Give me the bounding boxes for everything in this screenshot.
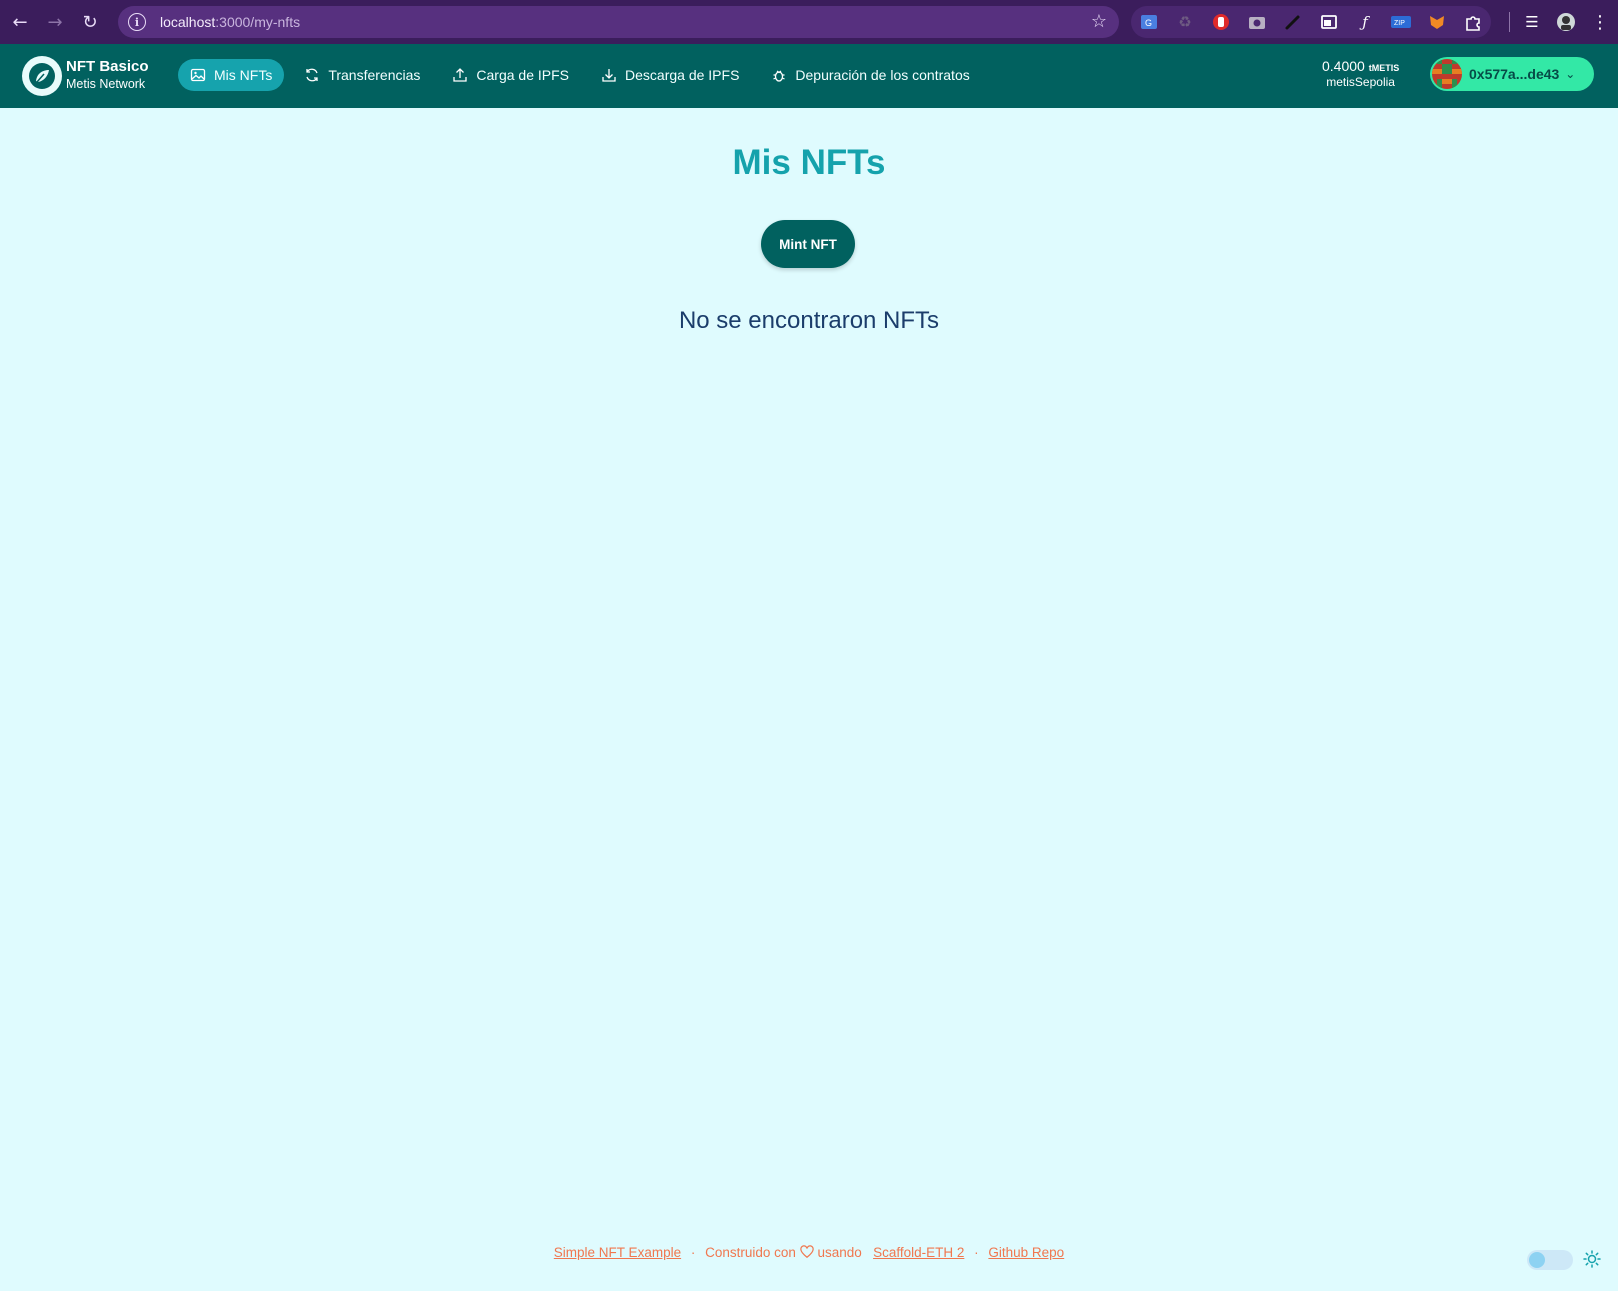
footer-built-with: Construido con — [705, 1245, 796, 1260]
nav-item-mis-nfts[interactable]: Mis NFTs — [178, 59, 285, 91]
browser-menu-icon[interactable]: ⋮ — [1588, 10, 1612, 34]
footer-link-github-repo[interactable]: Github Repo — [988, 1245, 1064, 1260]
window-extension-icon[interactable] — [1317, 10, 1341, 34]
footer-dot: · — [974, 1245, 979, 1260]
eyedropper-extension-icon[interactable] — [1281, 10, 1305, 34]
leaf-icon — [29, 63, 55, 89]
nav-item-label: Descarga de IPFS — [625, 67, 740, 83]
recycle-extension-icon[interactable]: ♻ — [1173, 10, 1197, 34]
bookmark-star-icon[interactable]: ☆ — [1091, 11, 1107, 32]
page-title: Mis NFTs — [732, 143, 886, 182]
nav-item-label: Mis NFTs — [214, 67, 273, 83]
nav-item-depuracion-contratos[interactable]: Depuración de los contratos — [759, 59, 981, 91]
footer: Simple NFT Example · Construido con usan… — [0, 1245, 1618, 1260]
font-extension-icon[interactable]: ƒ — [1353, 10, 1377, 34]
chevron-down-icon: ⌄ — [1565, 67, 1576, 81]
url-host: localhost — [160, 14, 216, 30]
nav-item-transferencias[interactable]: Transferencias — [292, 59, 432, 91]
nav-item-descarga-ipfs[interactable]: Descarga de IPFS — [589, 59, 751, 91]
footer-using: usando — [817, 1245, 862, 1260]
toggle-knob — [1529, 1252, 1545, 1268]
upload-icon — [453, 68, 468, 82]
hand-extension-icon[interactable] — [1209, 10, 1233, 34]
forward-icon[interactable]: → — [37, 4, 73, 40]
toolbar-separator — [1509, 12, 1510, 32]
account-avatar — [1432, 59, 1462, 89]
nav-item-label: Depuración de los contratos — [795, 67, 970, 83]
refresh-icon — [306, 68, 318, 82]
sun-icon[interactable] — [1583, 1250, 1601, 1268]
theme-toggle[interactable] — [1527, 1250, 1573, 1270]
footer-link-simple-nft[interactable]: Simple NFT Example — [554, 1245, 681, 1260]
media-control-icon[interactable]: ☰ — [1520, 10, 1544, 34]
brand-title: NFT Basico — [66, 58, 149, 75]
account-button[interactable]: 0x577a...de43 ⌄ — [1430, 57, 1594, 91]
account-address: 0x577a...de43 — [1469, 66, 1560, 82]
balance-value: 0.4000 — [1322, 58, 1365, 74]
brand[interactable]: NFT Basico Metis Network — [66, 58, 149, 91]
browser-toolbar: ← → ↻ i localhost:3000/my-nfts ☆ G ♻ ƒ Z… — [0, 0, 1618, 44]
network-name: metisSepolia — [1326, 75, 1395, 89]
empty-state-message: No se encontraron NFTs — [678, 307, 940, 334]
back-icon[interactable]: ← — [2, 4, 38, 40]
address-bar[interactable]: i localhost:3000/my-nfts ☆ — [118, 6, 1119, 38]
extensions-bar: G ♻ ƒ ZIP — [1131, 6, 1491, 38]
profile-avatar[interactable] — [1554, 10, 1578, 34]
url-path: :3000/my-nfts — [215, 14, 301, 30]
footer-link-scaffold-eth[interactable]: Scaffold-ETH 2 — [873, 1245, 964, 1260]
bug-icon — [773, 70, 786, 82]
nav-item-label: Transferencias — [328, 67, 421, 83]
metamask-extension-icon[interactable] — [1425, 10, 1449, 34]
image-icon — [190, 68, 206, 82]
app-header: NFT Basico Metis Network Mis NFTs Transf… — [0, 44, 1618, 108]
footer-dot: · — [690, 1245, 696, 1260]
brand-subtitle: Metis Network — [66, 77, 146, 91]
nav-item-carga-ipfs[interactable]: Carga de IPFS — [440, 59, 581, 91]
svg-text:G: G — [1145, 18, 1152, 28]
mint-nft-button[interactable]: Mint NFT — [761, 220, 855, 268]
svg-text:ZIP: ZIP — [1394, 20, 1405, 27]
reload-icon[interactable]: ↻ — [72, 4, 108, 40]
nav-item-label: Carga de IPFS — [476, 67, 570, 83]
download-icon — [602, 69, 616, 82]
puzzle-extension-icon[interactable] — [1461, 10, 1485, 34]
translate-extension-icon[interactable]: G — [1137, 10, 1161, 34]
site-info-icon[interactable]: i — [128, 13, 146, 31]
camera-extension-icon[interactable] — [1245, 10, 1269, 34]
url-text[interactable]: localhost:3000/my-nfts — [160, 14, 300, 30]
zip-extension-icon[interactable]: ZIP — [1389, 10, 1413, 34]
heart-icon — [799, 1245, 814, 1259]
main-nav: Mis NFTs Transferencias Carga de IPFS De… — [178, 59, 982, 91]
wallet-balance[interactable]: 0.4000 tMETIS metisSepolia — [1322, 58, 1399, 89]
balance-unit: tMETIS — [1368, 63, 1400, 73]
app-logo[interactable] — [22, 56, 62, 96]
